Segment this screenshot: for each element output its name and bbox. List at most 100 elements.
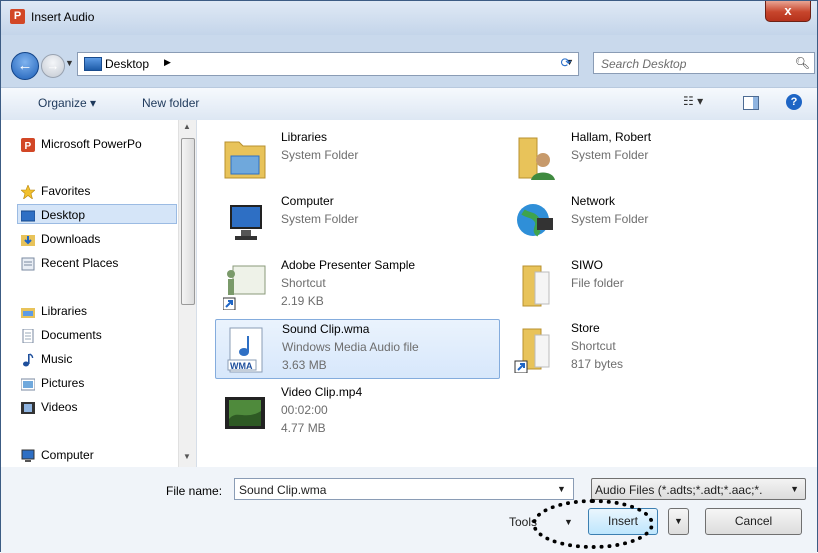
command-toolbar: Organize ▾ New folder ☷ ▾ ? bbox=[1, 87, 817, 121]
video-thumbnail-icon bbox=[225, 397, 265, 429]
nav-item-label: Downloads bbox=[41, 232, 101, 246]
forward-button[interactable]: → bbox=[41, 54, 65, 78]
nav-item-label: Recent Places bbox=[41, 256, 119, 270]
nav-item-music[interactable]: Music bbox=[23, 352, 73, 372]
file-detail: File folder bbox=[571, 276, 624, 290]
folder-icon bbox=[522, 265, 550, 307]
help-icon[interactable]: ? bbox=[786, 94, 802, 110]
breadcrumb-arrow-icon[interactable]: ▶ bbox=[164, 57, 171, 68]
file-item-store[interactable]: Store Shortcut 817 bytes bbox=[505, 319, 790, 379]
file-size: 4.77 MB bbox=[281, 421, 326, 435]
close-button[interactable]: x bbox=[765, 1, 811, 22]
back-arrow-icon: ← bbox=[17, 57, 33, 74]
file-item-sound-clip[interactable]: WMA Sound Clip.wma Windows Media Audio f… bbox=[215, 319, 500, 379]
file-size: 3.63 MB bbox=[282, 358, 327, 372]
scroll-up-icon[interactable]: ▲ bbox=[183, 122, 191, 131]
file-name: Sound Clip.wma bbox=[282, 322, 370, 336]
filename-input[interactable]: Sound Clip.wma bbox=[234, 478, 574, 500]
user-folder-icon bbox=[518, 137, 555, 180]
libraries-folder-icon bbox=[224, 141, 266, 179]
file-name: Libraries bbox=[281, 130, 328, 144]
file-item-siwo[interactable]: SIWO File folder bbox=[505, 256, 790, 316]
libraries-icon bbox=[21, 308, 35, 318]
nav-scrollbar[interactable]: ▲ ▼ bbox=[178, 120, 196, 467]
nav-item-favorites[interactable]: Favorites bbox=[21, 184, 90, 204]
star-icon bbox=[21, 185, 35, 199]
nav-item-videos[interactable]: Videos bbox=[21, 400, 78, 420]
nav-item-label: Desktop bbox=[41, 208, 86, 222]
file-detail: Shortcut bbox=[571, 339, 616, 353]
nav-item-libraries[interactable]: Libraries bbox=[21, 304, 88, 324]
file-item-hallam-robert[interactable]: Hallam, Robert System Folder bbox=[505, 128, 790, 188]
change-view-icon[interactable]: ☷ ▾ bbox=[683, 94, 703, 108]
nav-item-documents[interactable]: Documents bbox=[22, 328, 102, 348]
scroll-thumb[interactable] bbox=[181, 138, 195, 305]
nav-item-powerpoint[interactable]: P Microsoft PowerPo bbox=[21, 137, 142, 157]
powerpoint-icon: P bbox=[21, 138, 35, 152]
pictures-icon bbox=[21, 378, 35, 391]
dialog-footer: File name: Sound Clip.wma ▼ Audio Files … bbox=[1, 467, 817, 553]
nav-item-label: Libraries bbox=[41, 304, 88, 318]
nav-item-downloads[interactable]: Downloads bbox=[21, 232, 101, 252]
filetype-dropdown-icon: ▼ bbox=[790, 484, 799, 494]
refresh-icon: ⟳ bbox=[560, 55, 572, 70]
nav-item-label: Music bbox=[41, 352, 73, 366]
file-item-libraries[interactable]: Libraries System Folder bbox=[215, 128, 500, 188]
wma-badge: WMA bbox=[230, 361, 253, 371]
address-row: ← → ▼ Desktop ▶ ▼ ⟳ Search Desktop 🔍︎ bbox=[1, 47, 817, 81]
content-area: P Microsoft PowerPo Favorites Desktop Do… bbox=[1, 120, 817, 467]
music-icon bbox=[23, 353, 34, 367]
file-name: SIWO bbox=[571, 258, 603, 272]
refresh-button[interactable]: ⟳ bbox=[555, 52, 577, 74]
powerpoint-app-icon: P bbox=[10, 9, 25, 24]
recent-places-icon bbox=[21, 257, 35, 271]
search-icon[interactable]: 🔍︎ bbox=[795, 56, 810, 70]
highlight-ring bbox=[532, 499, 654, 549]
insert-options-dropdown[interactable]: ▼ bbox=[668, 508, 689, 535]
history-dropdown-icon[interactable]: ▼ bbox=[65, 58, 74, 68]
filename-value: Sound Clip.wma bbox=[239, 483, 327, 497]
file-item-network[interactable]: Network System Folder bbox=[505, 192, 790, 252]
filetype-select[interactable]: Audio Files (*.adts;*.adt;*.aac;*. ▼ bbox=[591, 478, 806, 500]
file-detail: System Folder bbox=[571, 212, 649, 226]
new-folder-button[interactable]: New folder bbox=[142, 96, 199, 110]
insert-audio-dialog: P Insert Audio x ← → ▼ Desktop ▶ ▼ ⟳ Sea… bbox=[0, 0, 818, 553]
back-button[interactable]: ← bbox=[11, 52, 39, 80]
nav-item-label: Microsoft PowerPo bbox=[41, 137, 142, 151]
address-bar[interactable]: Desktop ▶ ▼ bbox=[77, 52, 579, 76]
network-icon bbox=[517, 204, 553, 237]
navigation-pane: P Microsoft PowerPo Favorites Desktop Do… bbox=[1, 120, 197, 467]
file-item-video-clip[interactable]: Video Clip.mp4 00:02:00 4.77 MB bbox=[215, 383, 500, 443]
videos-icon bbox=[21, 402, 35, 414]
cancel-button[interactable]: Cancel bbox=[705, 508, 802, 535]
file-size: 2.19 KB bbox=[281, 294, 324, 308]
file-item-computer[interactable]: Computer System Folder bbox=[215, 192, 500, 252]
file-name: Hallam, Robert bbox=[571, 130, 652, 144]
presenter-shortcut-icon bbox=[223, 265, 266, 310]
file-name: Video Clip.mp4 bbox=[281, 385, 363, 399]
desktop-icon bbox=[21, 210, 35, 222]
nav-item-desktop[interactable]: Desktop bbox=[21, 208, 86, 228]
nav-item-recent-places[interactable]: Recent Places bbox=[21, 256, 119, 276]
nav-item-label: Videos bbox=[41, 400, 78, 414]
organize-button[interactable]: Organize ▾ bbox=[38, 96, 96, 110]
nav-item-label: Documents bbox=[41, 328, 102, 342]
file-item-adobe-presenter-sample[interactable]: Adobe Presenter Sample Shortcut 2.19 KB bbox=[215, 256, 500, 316]
filename-label: File name: bbox=[166, 484, 223, 498]
scroll-down-icon[interactable]: ▼ bbox=[183, 452, 191, 461]
filetype-value: Audio Files (*.adts;*.adt;*.aac;*. bbox=[595, 483, 763, 497]
address-location[interactable]: Desktop bbox=[105, 57, 149, 71]
file-detail: Shortcut bbox=[281, 276, 326, 290]
preview-pane-icon[interactable] bbox=[743, 96, 759, 110]
filename-dropdown-icon[interactable]: ▼ bbox=[557, 484, 566, 494]
nav-item-computer[interactable]: Computer bbox=[21, 448, 94, 467]
file-detail: System Folder bbox=[281, 148, 359, 162]
file-name: Store bbox=[571, 321, 600, 335]
title-bar: P Insert Audio x bbox=[1, 1, 817, 35]
file-size: 817 bytes bbox=[571, 357, 624, 371]
nav-item-pictures[interactable]: Pictures bbox=[21, 376, 84, 396]
search-input[interactable]: Search Desktop 🔍︎ bbox=[593, 52, 815, 74]
file-name: Computer bbox=[281, 194, 334, 208]
computer-icon bbox=[21, 449, 35, 462]
downloads-icon bbox=[21, 235, 35, 246]
